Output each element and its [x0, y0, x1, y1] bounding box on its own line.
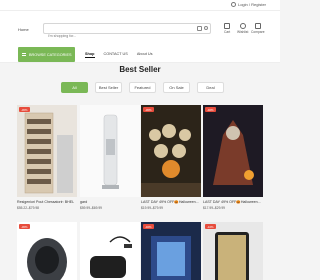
led-lights-image [141, 222, 201, 280]
cart-icon [224, 23, 231, 29]
login-register-link[interactable]: Login / Register [230, 2, 266, 7]
tab-on-sale[interactable]: On Sale [163, 82, 190, 93]
nav-contact[interactable]: CONTACT US [104, 52, 128, 58]
speaker-image [80, 222, 140, 280]
litter-box-image [17, 222, 77, 280]
home-link[interactable]: Home [18, 27, 29, 32]
product-image[interactable]: -10% [203, 222, 263, 280]
product-card[interactable]: -30% LAST DAY 49% OFF🎃Halloween... $19.9… [141, 105, 201, 210]
product-card[interactable]: -10% [203, 222, 263, 280]
camera-icon[interactable] [197, 26, 202, 31]
product-card[interactable]: -30% Resigeniori Pout Chessatorir: BHEL … [17, 105, 77, 210]
compare-label: Compare [251, 30, 265, 34]
tab-best-seller[interactable]: Best Seller [95, 82, 122, 93]
sale-badge: -30% [19, 224, 30, 229]
search-icon[interactable] [204, 26, 208, 30]
sale-badge: -30% [143, 107, 154, 112]
product-price: $55.22–$79.98 [17, 205, 40, 210]
product-name[interactable]: Resigeniori Pout Chessatorir: BHEL [17, 200, 77, 204]
top-bar: Login / Register [0, 0, 280, 11]
sale-badge: -40% [143, 224, 154, 229]
compare-icon [254, 23, 261, 29]
water-dispenser-image [80, 105, 140, 197]
compare-button[interactable]: Compare [251, 23, 265, 34]
product-card[interactable]: ♡ gard $59.99–$69.99 [80, 105, 140, 210]
product-price: $59.99–$69.99 [80, 205, 103, 210]
product-price: $17.99–$29.99 [203, 205, 226, 210]
wishlist-button[interactable]: Wishlist [237, 23, 248, 34]
product-image[interactable]: -40% [203, 105, 263, 197]
tab-deal[interactable]: Deal [197, 82, 224, 93]
sale-badge: -10% [205, 224, 216, 229]
browse-label: BROWSE CATEGORIES [29, 52, 72, 57]
product-card[interactable] [80, 222, 140, 280]
product-image[interactable] [80, 222, 140, 280]
search-input[interactable] [44, 31, 184, 41]
user-icon [230, 2, 236, 7]
halloween-costume-image [203, 105, 263, 197]
product-image[interactable]: -40% [141, 222, 201, 280]
product-card[interactable]: -40% [141, 222, 201, 280]
product-card[interactable]: -30% [17, 222, 77, 280]
section-title: Best Seller [119, 65, 161, 74]
header: Home Cart Wishlist Compare [0, 11, 280, 45]
nav-shop[interactable]: Shop [85, 52, 95, 58]
product-card[interactable]: -40% LAST DAY 49% OFF🎃Halloween... $17.9… [203, 105, 263, 210]
sale-badge: -40% [205, 107, 216, 112]
shoe-rack-image [17, 105, 77, 197]
nav-about[interactable]: About Us [137, 52, 153, 58]
browse-categories-button[interactable]: BROWSE CATEGORIES [18, 47, 75, 62]
search-bar[interactable] [43, 23, 211, 41]
tablet-image [203, 222, 263, 280]
product-image[interactable]: ♡ [80, 105, 140, 197]
tab-featured[interactable]: Featured [129, 82, 156, 93]
tab-all[interactable]: All [61, 82, 88, 93]
cart-label: Cart [224, 30, 231, 34]
product-price: $19.99–$79.99 [141, 205, 164, 210]
nav-row: BROWSE CATEGORIES Shop CONTACT US About … [0, 45, 280, 63]
product-image[interactable]: -30% [17, 222, 77, 280]
product-name[interactable]: gard [80, 200, 140, 204]
product-tabs: All Best Seller Featured On Sale Deal [61, 82, 224, 93]
halloween-decor-image [141, 105, 201, 197]
sale-badge: -30% [19, 107, 30, 112]
product-image[interactable]: -30% [17, 105, 77, 197]
heart-icon [239, 23, 246, 29]
wishlist-label: Wishlist [237, 30, 249, 34]
login-label[interactable]: Login / Register [238, 2, 266, 7]
product-name[interactable]: LAST DAY 49% OFF🎃Halloween... [203, 200, 263, 204]
cart-button[interactable]: Cart [224, 23, 230, 34]
menu-icon [22, 53, 26, 56]
product-name[interactable]: LAST DAY 49% OFF🎃Halloween... [141, 200, 201, 204]
product-image[interactable]: -30% [141, 105, 201, 197]
main-nav: Shop CONTACT US About Us [85, 52, 152, 58]
